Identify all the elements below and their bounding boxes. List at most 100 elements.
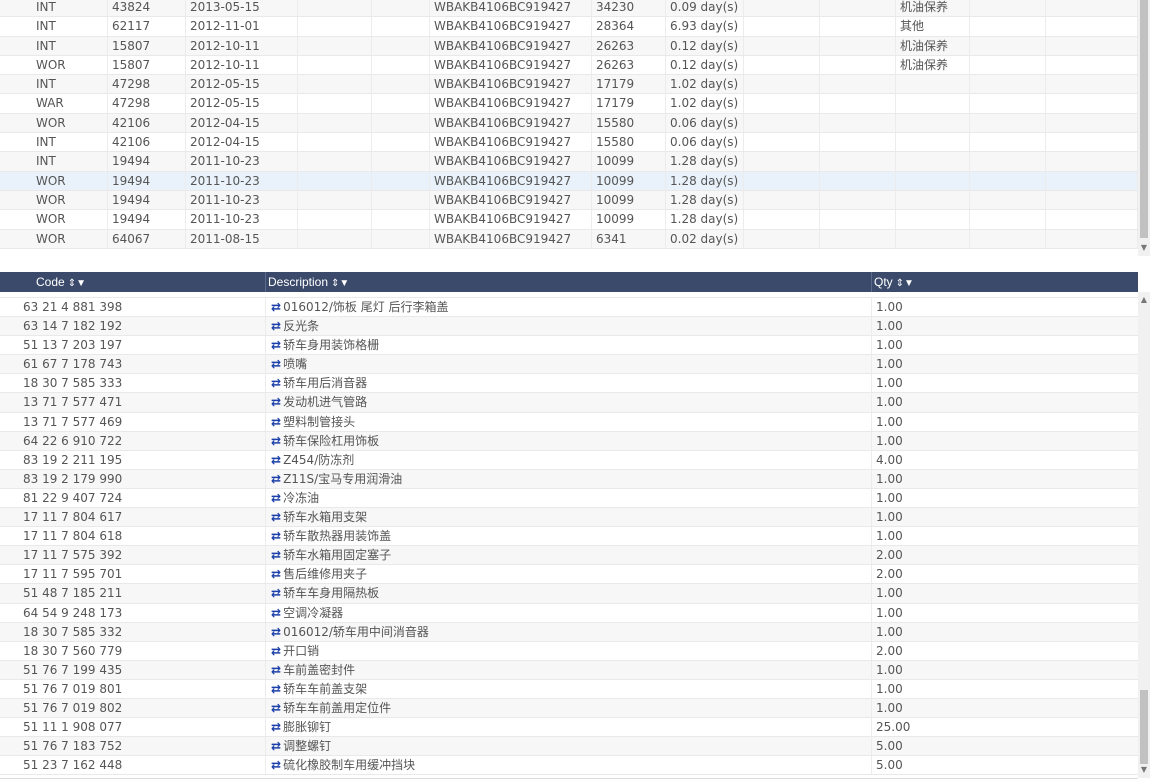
cell-date: 2013-05-15 (186, 0, 298, 17)
swap-icon[interactable]: ⇄ (271, 300, 281, 314)
table-row[interactable]: WOR 19494 2011-10-23 WBAKB4106BC919427 10099… (0, 190, 1138, 211)
column-header-description[interactable]: Description ⇕▼ (266, 272, 872, 292)
cell-date: 2011-10-23 (186, 171, 298, 190)
cell-empty (820, 17, 896, 36)
parts-row[interactable]: 17 11 7 575 392 ⇄ 轿车水箱用固定塞子 2.00 (0, 546, 1138, 566)
column-header-qty[interactable]: Qty ⇕▼ (872, 272, 1138, 292)
table-row[interactable]: WOR 64067 2011-08-15 WBAKB4106BC919427 6341 0… (0, 229, 1138, 249)
cell-empty (970, 190, 1046, 210)
part-description-text: 轿车用后消音器 (283, 376, 368, 391)
sort-filter-icon[interactable]: ⇕▼ (896, 278, 914, 289)
table-row[interactable]: INT 15807 2012-10-11 WBAKB4106BC919427 26263… (0, 36, 1138, 56)
swap-icon[interactable]: ⇄ (271, 682, 281, 696)
swap-icon[interactable]: ⇄ (271, 567, 281, 581)
swap-icon[interactable]: ⇄ (271, 338, 281, 352)
table-row[interactable]: INT 47298 2012-05-15 WBAKB4106BC919427 17179… (0, 75, 1138, 95)
parts-row[interactable]: 18 30 7 560 779 ⇄ 开口销 2.00 (0, 641, 1138, 661)
swap-icon[interactable]: ⇄ (271, 739, 281, 753)
swap-icon[interactable]: ⇄ (271, 548, 281, 562)
swap-icon[interactable]: ⇄ (271, 491, 281, 505)
swap-icon[interactable]: ⇄ (271, 625, 281, 639)
swap-icon[interactable]: ⇄ (271, 644, 281, 658)
swap-icon[interactable]: ⇄ (271, 720, 281, 734)
cell-empty (820, 113, 896, 133)
swap-icon[interactable]: ⇄ (271, 758, 281, 772)
parts-row[interactable]: 13 71 7 577 469 ⇄ 塑料制管接头 1.00 (0, 412, 1138, 432)
cell-empty (744, 229, 820, 248)
swap-icon[interactable]: ⇄ (271, 319, 281, 333)
parts-row[interactable]: 61 67 7 178 743 ⇄ 喷嘴 1.00 (0, 355, 1138, 375)
swap-icon[interactable]: ⇄ (271, 376, 281, 390)
parts-row[interactable]: 63 21 4 881 398 ⇄ 016012/饰板 尾灯 后行李箱盖 1.00 (0, 298, 1138, 318)
parts-row[interactable]: 51 76 7 199 435 ⇄ 车前盖密封件 1.00 (0, 660, 1138, 680)
parts-row[interactable]: 17 11 7 804 618 ⇄ 轿车散热器用装饰盖 1.00 (0, 527, 1138, 547)
swap-icon[interactable]: ⇄ (271, 510, 281, 524)
parts-scrollbar[interactable]: ▲ ▼ (1138, 292, 1150, 778)
table-row[interactable]: INT 62117 2012-11-01 WBAKB4106BC919427 28364… (0, 17, 1138, 37)
part-description: ⇄ 轿车水箱用支架 (266, 508, 872, 527)
column-header-code[interactable]: Code ⇕▼ (0, 272, 266, 292)
swap-icon[interactable]: ⇄ (271, 529, 281, 543)
parts-row[interactable]: 64 54 9 248 173 ⇄ 空调冷凝器 1.00 (0, 603, 1138, 623)
swap-icon[interactable]: ⇄ (271, 395, 281, 409)
table-row[interactable]: WOR 19494 2011-10-23 WBAKB4106BC919427 10099… (0, 171, 1138, 191)
parts-row[interactable]: 51 13 7 203 197 ⇄ 轿车身用装饰格栅 1.00 (0, 336, 1138, 356)
parts-row[interactable]: 51 23 7 162 448 ⇄ 硫化橡胶制车用缓冲挡块 5.00 (0, 756, 1138, 776)
scroll-down-arrow-icon[interactable]: ▼ (1138, 242, 1150, 254)
swap-icon[interactable]: ⇄ (271, 472, 281, 486)
part-code: 13 71 7 577 471 (0, 393, 266, 412)
parts-row[interactable]: 81 22 9 407 724 ⇄ 冷冻油 1.00 (0, 488, 1138, 509)
swap-icon[interactable]: ⇄ (271, 453, 281, 467)
parts-row[interactable]: 51 48 7 185 211 ⇄ 轿车车身用隔热板 1.00 (0, 584, 1138, 604)
sort-filter-icon[interactable]: ⇕▼ (68, 278, 86, 289)
table-row[interactable]: INT 43824 2013-05-15 WBAKB4106BC919427 34230… (0, 0, 1138, 18)
part-qty: 1.00 (876, 681, 903, 696)
table-row[interactable]: WOR 42106 2012-04-15 WBAKB4106BC919427 15580… (0, 113, 1138, 134)
parts-row[interactable]: 51 76 7 019 802 ⇄ 轿车车前盖用定位件 1.00 (0, 698, 1138, 719)
parts-row[interactable]: 51 76 7 183 752 ⇄ 调整螺钉 5.00 (0, 737, 1138, 757)
swap-icon[interactable]: ⇄ (271, 663, 281, 677)
parts-row[interactable]: 83 19 2 179 990 ⇄ Z11S/宝马专用润滑油 1.00 (0, 469, 1138, 489)
cell-empty (1046, 171, 1138, 190)
swap-icon[interactable]: ⇄ (271, 606, 281, 620)
swap-icon[interactable]: ⇄ (271, 434, 281, 448)
service-history-scroll-thumb[interactable] (1140, 0, 1148, 238)
cell-dur: 0.02 day(s) (666, 229, 744, 248)
scroll-down-arrow-icon[interactable]: ▼ (1138, 764, 1150, 776)
scroll-up-arrow-icon[interactable]: ▲ (1138, 294, 1150, 306)
parts-row[interactable]: 17 11 7 804 617 ⇄ 轿车水箱用支架 1.00 (0, 508, 1138, 528)
table-row[interactable]: WAR 47298 2012-05-15 WBAKB4106BC919427 17179… (0, 94, 1138, 114)
table-row[interactable]: WOR 19494 2011-10-23 WBAKB4106BC919427 10099… (0, 210, 1138, 230)
part-qty: 2.00 (876, 548, 903, 563)
part-qty: 1.00 (876, 529, 903, 544)
cell-empty (744, 190, 820, 210)
cell-vin: WBAKB4106BC919427 (430, 113, 592, 133)
table-row[interactable]: WOR 15807 2012-10-11 WBAKB4106BC919427 26263… (0, 55, 1138, 76)
parts-row[interactable]: 64 22 6 910 722 ⇄ 轿车保险杠用饰板 1.00 (0, 431, 1138, 451)
cell-empty (970, 55, 1046, 75)
parts-row[interactable]: 83 19 2 211 195 ⇄ Z454/防冻剂 4.00 (0, 450, 1138, 470)
parts-row[interactable]: 13 71 7 577 471 ⇄ 发动机进气管路 1.00 (0, 393, 1138, 413)
swap-icon[interactable]: ⇄ (271, 357, 281, 371)
parts-row[interactable]: 51 11 1 908 077 ⇄ 膨胀铆钉 25.00 (0, 718, 1138, 738)
swap-icon[interactable]: ⇄ (271, 586, 281, 600)
cell-note (896, 229, 970, 248)
part-description: ⇄ Z454/防冻剂 (266, 450, 872, 469)
service-history-scrollbar[interactable]: ▼ (1138, 0, 1150, 256)
parts-row[interactable]: 63 14 7 182 192 ⇄ 反光条 1.00 (0, 317, 1138, 337)
parts-row[interactable]: 18 30 7 585 332 ⇄ 016012/轿车用中间消音器 1.00 (0, 622, 1138, 642)
sort-filter-icon[interactable]: ⇕▼ (331, 278, 349, 289)
parts-row[interactable]: 18 30 7 585 333 ⇄ 轿车用后消音器 1.00 (0, 374, 1138, 394)
parts-scroll-thumb[interactable] (1140, 690, 1148, 764)
part-qty: 1.00 (876, 376, 903, 391)
table-row[interactable]: INT 42106 2012-04-15 WBAKB4106BC919427 15580… (0, 133, 1138, 153)
part-description-text: 冷冻油 (283, 490, 320, 505)
cell-vin: WBAKB4106BC919427 (430, 152, 592, 171)
parts-row[interactable]: 17 11 7 595 701 ⇄ 售后维修用夹子 2.00 (0, 565, 1138, 585)
swap-icon[interactable]: ⇄ (271, 701, 281, 715)
table-row[interactable]: INT 19494 2011-10-23 WBAKB4106BC919427 10099… (0, 152, 1138, 172)
swap-icon[interactable]: ⇄ (271, 415, 281, 429)
parts-row[interactable]: 51 76 7 019 801 ⇄ 轿车车前盖支架 1.00 (0, 679, 1138, 699)
cell-empty (372, 229, 430, 248)
cell-dur: 1.02 day(s) (666, 75, 744, 94)
